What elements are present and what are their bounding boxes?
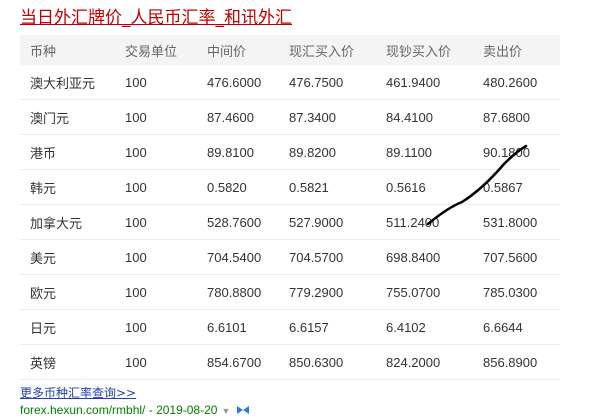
result-title-link[interactable]: 当日外汇牌价_人民币汇率_和讯外汇 (20, 8, 292, 28)
source-separator: - (145, 403, 157, 417)
sell-rate: 0.5867 (473, 169, 560, 205)
spot-buy-rate: 527.9000 (279, 204, 376, 240)
trade-unit: 100 (115, 134, 197, 170)
cash-buy-rate: 461.9400 (376, 65, 473, 100)
source-url-link[interactable]: forex.hexun.com/rmbhl/ (20, 403, 145, 417)
currency-name: 日元 (20, 309, 115, 345)
spot-buy-rate: 850.6300 (279, 344, 376, 380)
middle-rate: 89.8100 (197, 134, 279, 170)
middle-rate: 0.5820 (197, 169, 279, 205)
sell-rate: 6.6644 (473, 309, 560, 345)
result-source-line: forex.hexun.com/rmbhl/ - 2019-08-20 ▼ (20, 402, 250, 419)
column-header-middle-rate: 中间价 (197, 35, 279, 65)
trade-unit: 100 (115, 344, 197, 380)
sell-rate: 90.1800 (473, 134, 560, 170)
spot-buy-rate: 89.8200 (279, 134, 376, 170)
cash-buy-rate: 755.0700 (376, 274, 473, 310)
table-row: 欧元 100 780.8800 779.2900 755.0700 785.03… (20, 274, 560, 310)
column-header-spot-buy: 现汇买入价 (279, 35, 376, 65)
spot-buy-rate: 6.6157 (279, 309, 376, 345)
table-row: 加拿大元 100 528.7600 527.9000 511.2400 531.… (20, 204, 560, 240)
cash-buy-rate: 89.1100 (376, 134, 473, 170)
currency-name: 美元 (20, 239, 115, 275)
currency-name: 加拿大元 (20, 204, 115, 240)
spot-buy-rate: 87.3400 (279, 99, 376, 135)
snapshot-icon[interactable] (236, 403, 250, 419)
sell-rate: 856.8900 (473, 344, 560, 380)
exchange-rate-rows: 澳大利亚元 100 476.6000 476.7500 461.9400 480… (20, 65, 560, 380)
middle-rate: 476.6000 (197, 65, 279, 100)
exchange-rate-table: 币种 交易单位 中间价 现汇买入价 现钞买入价 卖出价 澳大利亚元 100 47… (20, 35, 560, 380)
table-row: 澳大利亚元 100 476.6000 476.7500 461.9400 480… (20, 65, 560, 100)
table-row: 日元 100 6.6101 6.6157 6.4102 6.6644 (20, 309, 560, 345)
column-header-cash-buy: 现钞买入价 (376, 35, 473, 65)
currency-name: 英镑 (20, 344, 115, 380)
trade-unit: 100 (115, 239, 197, 275)
currency-name: 港币 (20, 134, 115, 170)
spot-buy-rate: 704.5700 (279, 239, 376, 275)
table-row: 港币 100 89.8100 89.8200 89.1100 90.1800 (20, 134, 560, 170)
sell-rate: 87.6800 (473, 99, 560, 135)
source-date: 2019-08-20 (156, 403, 218, 417)
spot-buy-rate: 779.2900 (279, 274, 376, 310)
column-header-unit: 交易单位 (115, 35, 197, 65)
middle-rate: 704.5400 (197, 239, 279, 275)
trade-unit: 100 (115, 204, 197, 240)
sell-rate: 785.0300 (473, 274, 560, 310)
currency-name: 韩元 (20, 169, 115, 205)
more-currencies-link[interactable]: 更多币种汇率查询>> (20, 385, 136, 401)
sell-rate: 707.5600 (473, 239, 560, 275)
currency-name: 澳大利亚元 (20, 65, 115, 100)
trade-unit: 100 (115, 169, 197, 205)
table-header-row: 币种 交易单位 中间价 现汇买入价 现钞买入价 卖出价 (20, 35, 560, 65)
spot-buy-rate: 476.7500 (279, 65, 376, 100)
trade-unit: 100 (115, 65, 197, 100)
middle-rate: 528.7600 (197, 204, 279, 240)
table-row: 韩元 100 0.5820 0.5821 0.5616 0.5867 (20, 169, 560, 205)
column-header-currency: 币种 (20, 35, 115, 65)
table-row: 澳门元 100 87.4600 87.3400 84.4100 87.6800 (20, 99, 560, 135)
cash-buy-rate: 6.4102 (376, 309, 473, 345)
cash-buy-rate: 824.2000 (376, 344, 473, 380)
currency-name: 澳门元 (20, 99, 115, 135)
table-row: 英镑 100 854.6700 850.6300 824.2000 856.89… (20, 344, 560, 380)
middle-rate: 6.6101 (197, 309, 279, 345)
spot-buy-rate: 0.5821 (279, 169, 376, 205)
sell-rate: 531.8000 (473, 204, 560, 240)
trade-unit: 100 (115, 99, 197, 135)
middle-rate: 854.6700 (197, 344, 279, 380)
trade-unit: 100 (115, 274, 197, 310)
cash-buy-rate: 511.2400 (376, 204, 473, 240)
middle-rate: 87.4600 (197, 99, 279, 135)
column-header-sell: 卖出价 (473, 35, 560, 65)
sell-rate: 480.2600 (473, 65, 560, 100)
table-row: 美元 100 704.5400 704.5700 698.8400 707.56… (20, 239, 560, 275)
cash-buy-rate: 0.5616 (376, 169, 473, 205)
cash-buy-rate: 698.8400 (376, 239, 473, 275)
trade-unit: 100 (115, 309, 197, 345)
middle-rate: 780.8800 (197, 274, 279, 310)
caret-down-icon[interactable]: ▼ (221, 403, 230, 419)
currency-name: 欧元 (20, 274, 115, 310)
cash-buy-rate: 84.4100 (376, 99, 473, 135)
